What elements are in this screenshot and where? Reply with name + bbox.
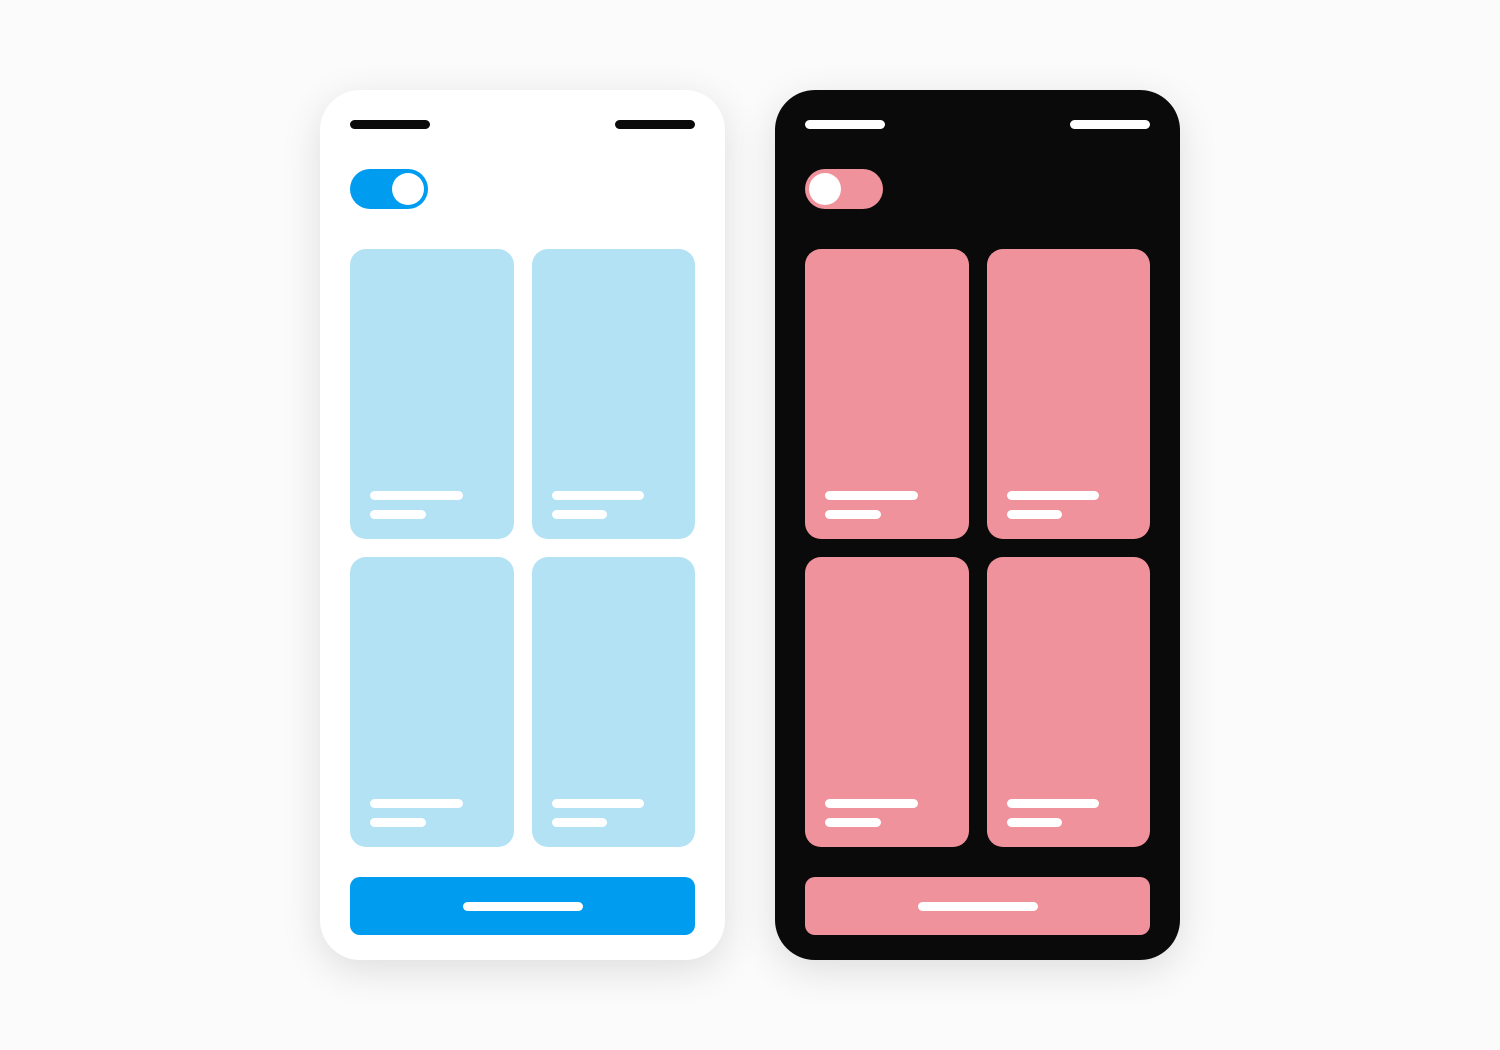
card-subtitle-placeholder bbox=[825, 818, 881, 827]
card-subtitle-placeholder bbox=[825, 510, 881, 519]
status-right-icon bbox=[615, 120, 695, 129]
button-label-placeholder bbox=[463, 902, 583, 911]
card-item[interactable] bbox=[987, 557, 1151, 847]
primary-button[interactable] bbox=[350, 877, 695, 935]
card-subtitle-placeholder bbox=[370, 510, 426, 519]
cards-grid bbox=[805, 249, 1150, 847]
card-title-placeholder bbox=[370, 799, 463, 808]
status-left-icon bbox=[350, 120, 430, 129]
card-subtitle-placeholder bbox=[552, 510, 608, 519]
toggle-knob-icon bbox=[392, 173, 424, 205]
card-title-placeholder bbox=[552, 799, 645, 808]
card-item[interactable] bbox=[805, 249, 969, 539]
status-right-icon bbox=[1070, 120, 1150, 129]
toggle-row bbox=[805, 169, 1150, 209]
phone-mockup-dark bbox=[775, 90, 1180, 960]
card-item[interactable] bbox=[987, 249, 1151, 539]
status-left-icon bbox=[805, 120, 885, 129]
card-title-placeholder bbox=[1007, 491, 1100, 500]
card-subtitle-placeholder bbox=[370, 818, 426, 827]
cards-grid bbox=[350, 249, 695, 847]
card-item[interactable] bbox=[350, 249, 514, 539]
button-label-placeholder bbox=[918, 902, 1038, 911]
card-item[interactable] bbox=[532, 249, 696, 539]
status-bar bbox=[805, 120, 1150, 129]
primary-button[interactable] bbox=[805, 877, 1150, 935]
card-subtitle-placeholder bbox=[552, 818, 608, 827]
card-subtitle-placeholder bbox=[1007, 818, 1063, 827]
toggle-row bbox=[350, 169, 695, 209]
status-bar bbox=[350, 120, 695, 129]
card-title-placeholder bbox=[552, 491, 645, 500]
theme-toggle[interactable] bbox=[805, 169, 883, 209]
card-item[interactable] bbox=[532, 557, 696, 847]
card-item[interactable] bbox=[350, 557, 514, 847]
card-title-placeholder bbox=[370, 491, 463, 500]
card-title-placeholder bbox=[825, 491, 918, 500]
card-title-placeholder bbox=[825, 799, 918, 808]
card-item[interactable] bbox=[805, 557, 969, 847]
theme-toggle[interactable] bbox=[350, 169, 428, 209]
card-title-placeholder bbox=[1007, 799, 1100, 808]
card-subtitle-placeholder bbox=[1007, 510, 1063, 519]
phone-mockup-light bbox=[320, 90, 725, 960]
toggle-knob-icon bbox=[809, 173, 841, 205]
